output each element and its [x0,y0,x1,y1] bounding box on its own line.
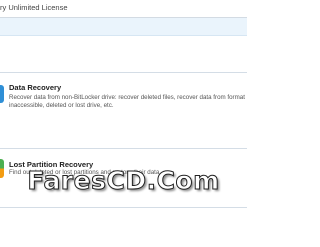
divider [0,207,247,208]
data-recovery-icon [0,85,4,103]
data-recovery-description-line-2: inaccessible, deleted or lost drive, etc… [9,102,114,109]
data-recovery-card[interactable]: Data Recovery Recover data from non-BitL… [0,78,247,118]
divider [0,148,247,149]
partition-recovery-icon [0,159,4,178]
lost-partition-recovery-card[interactable]: Lost Partition Recovery Find out deleted… [0,154,247,190]
title-bar: ry Unlimited License [0,0,247,18]
header-band [0,18,247,36]
window-title: ry Unlimited License [0,3,68,12]
data-recovery-title: Data Recovery [9,83,62,92]
recovery-options-panel: Data Recovery Recover data from non-BitL… [0,36,247,247]
lost-partition-recovery-title: Lost Partition Recovery [9,160,94,169]
divider [0,72,247,73]
lost-partition-recovery-description: Find out deleted or lost partitions and … [9,169,162,176]
app-window: ry Unlimited License Data Recovery Recov… [0,0,247,247]
